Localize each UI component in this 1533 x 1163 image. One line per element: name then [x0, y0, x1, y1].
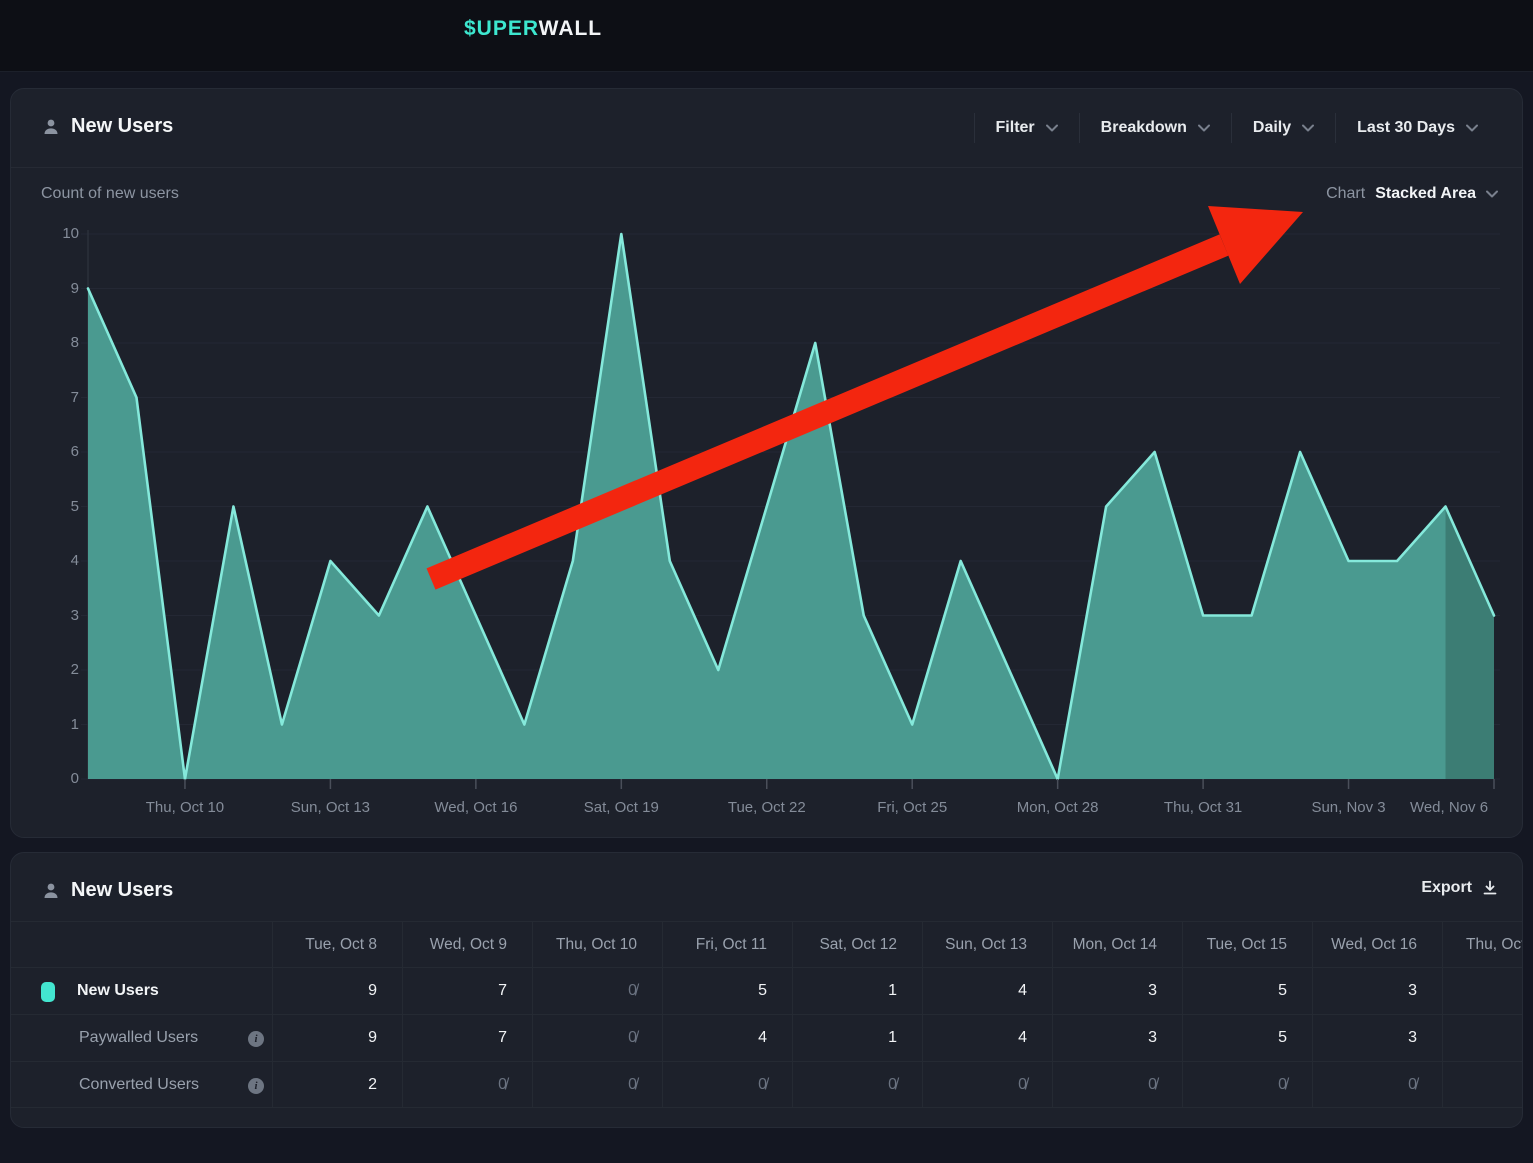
- y-axis-label: 2: [35, 661, 79, 678]
- value-cell: 1: [792, 968, 922, 1014]
- logo-primary: $UPER: [464, 17, 539, 40]
- value-cell: 1: [792, 1015, 922, 1061]
- value-cell: 4: [922, 968, 1052, 1014]
- top-nav-bar: $UPERWALL: [0, 0, 1533, 72]
- table-corner-cell: [11, 922, 272, 967]
- value-cell: 3: [1052, 1015, 1182, 1061]
- x-axis-label: Wed, Nov 6: [1384, 799, 1514, 816]
- x-axis-label: Fri, Oct 25: [847, 799, 977, 816]
- value-cell: 0̸: [1312, 1062, 1442, 1107]
- value-cell: 0̸: [532, 1015, 662, 1061]
- table-card-title: New Users: [71, 879, 173, 902]
- column-header: Fri, Oct 11: [662, 922, 792, 967]
- value-cell: 7: [402, 1015, 532, 1061]
- value-cell: 3: [1052, 968, 1182, 1014]
- column-header: Thu, Oct 10: [532, 922, 662, 967]
- info-icon[interactable]: i: [248, 1031, 264, 1047]
- y-axis-label: 7: [35, 389, 79, 406]
- column-header: Sun, Oct 13: [922, 922, 1052, 967]
- row-label-cell: Converted Users i: [11, 1062, 272, 1107]
- row-label-cell: Paywalled Users i: [11, 1015, 272, 1061]
- x-axis-label: Wed, Oct 16: [411, 799, 541, 816]
- value-cell: 9: [272, 968, 402, 1014]
- y-axis-label: 1: [35, 716, 79, 733]
- table-header-row: Tue, Oct 8Wed, Oct 9Thu, Oct 10Fri, Oct …: [11, 921, 1523, 967]
- value-cell: 0̸: [532, 968, 662, 1014]
- info-icon[interactable]: i: [248, 1078, 264, 1094]
- y-axis-label: 0: [35, 770, 79, 787]
- superwall-logo[interactable]: $UPERWALL: [464, 17, 602, 41]
- value-cell: 9: [272, 1015, 402, 1061]
- row-label-cell: New Users: [11, 968, 272, 1014]
- value-cell: 3: [1312, 968, 1442, 1014]
- table-row: Paywalled Usersi970̸414353: [11, 1014, 1523, 1061]
- y-axis-label: 6: [35, 443, 79, 460]
- y-axis-label: 8: [35, 334, 79, 351]
- value-cell: 2: [272, 1062, 402, 1107]
- row-label: New Users: [77, 982, 159, 1000]
- value-cell: 0̸: [402, 1062, 532, 1107]
- person-icon: [41, 881, 61, 901]
- value-cell: 0̸: [1182, 1062, 1312, 1107]
- value-cell: 3: [1312, 1015, 1442, 1061]
- y-axis-label: 9: [35, 280, 79, 297]
- column-header: Mon, Oct 14: [1052, 922, 1182, 967]
- value-cell: 5: [1182, 968, 1312, 1014]
- export-label: Export: [1421, 879, 1472, 897]
- value-cell: [1442, 1015, 1523, 1061]
- download-icon: [1482, 880, 1498, 896]
- value-cell: [1442, 1062, 1523, 1107]
- value-cell: 4: [922, 1015, 1052, 1061]
- new-users-chart-card: New Users Filter Breakdown Daily Last 30…: [10, 88, 1523, 838]
- logo-secondary: WALL: [539, 17, 602, 40]
- area-fill-incomplete: [1446, 507, 1494, 780]
- value-cell: 0̸: [1052, 1062, 1182, 1107]
- y-axis-label: 3: [35, 607, 79, 624]
- export-button[interactable]: Export: [1421, 879, 1498, 897]
- y-axis-label: 10: [35, 225, 79, 242]
- value-cell: 4: [662, 1015, 792, 1061]
- series-color-swatch: [41, 982, 55, 1002]
- value-cell: 7: [402, 968, 532, 1014]
- area-chart-canvas[interactable]: [11, 89, 1523, 838]
- column-header: Wed, Oct 9: [402, 922, 532, 967]
- new-users-table-card: New Users Export Tue, Oct 8Wed, Oct 9Thu…: [10, 852, 1523, 1128]
- value-cell: 0̸: [922, 1062, 1052, 1107]
- table-row: Converted Usersi20̸0̸0̸0̸0̸0̸0̸0̸: [11, 1061, 1523, 1108]
- value-cell: 5: [662, 968, 792, 1014]
- row-label: Converted Users: [79, 1076, 199, 1094]
- column-header: Wed, Oct 16: [1312, 922, 1442, 967]
- column-header: Thu, Oct 17: [1442, 922, 1523, 967]
- row-label: Paywalled Users: [79, 1029, 198, 1047]
- value-cell: 5: [1182, 1015, 1312, 1061]
- y-axis-label: 5: [35, 498, 79, 515]
- value-cell: 0̸: [532, 1062, 662, 1107]
- x-axis-label: Thu, Oct 31: [1138, 799, 1268, 816]
- value-cell: 0̸: [662, 1062, 792, 1107]
- table-row: New Users970̸514353: [11, 967, 1523, 1014]
- daily-metrics-table: Tue, Oct 8Wed, Oct 9Thu, Oct 10Fri, Oct …: [11, 921, 1523, 1108]
- value-cell: [1442, 968, 1523, 1014]
- value-cell: 0̸: [792, 1062, 922, 1107]
- column-header: Tue, Oct 15: [1182, 922, 1312, 967]
- table-card-header: New Users Export: [11, 853, 1522, 931]
- y-axis-label: 4: [35, 552, 79, 569]
- column-header: Sat, Oct 12: [792, 922, 922, 967]
- x-axis-label: Sat, Oct 19: [556, 799, 686, 816]
- x-axis-label: Sun, Oct 13: [265, 799, 395, 816]
- x-axis-label: Tue, Oct 22: [702, 799, 832, 816]
- x-axis-label: Thu, Oct 10: [120, 799, 250, 816]
- x-axis-label: Mon, Oct 28: [993, 799, 1123, 816]
- column-header: Tue, Oct 8: [272, 922, 402, 967]
